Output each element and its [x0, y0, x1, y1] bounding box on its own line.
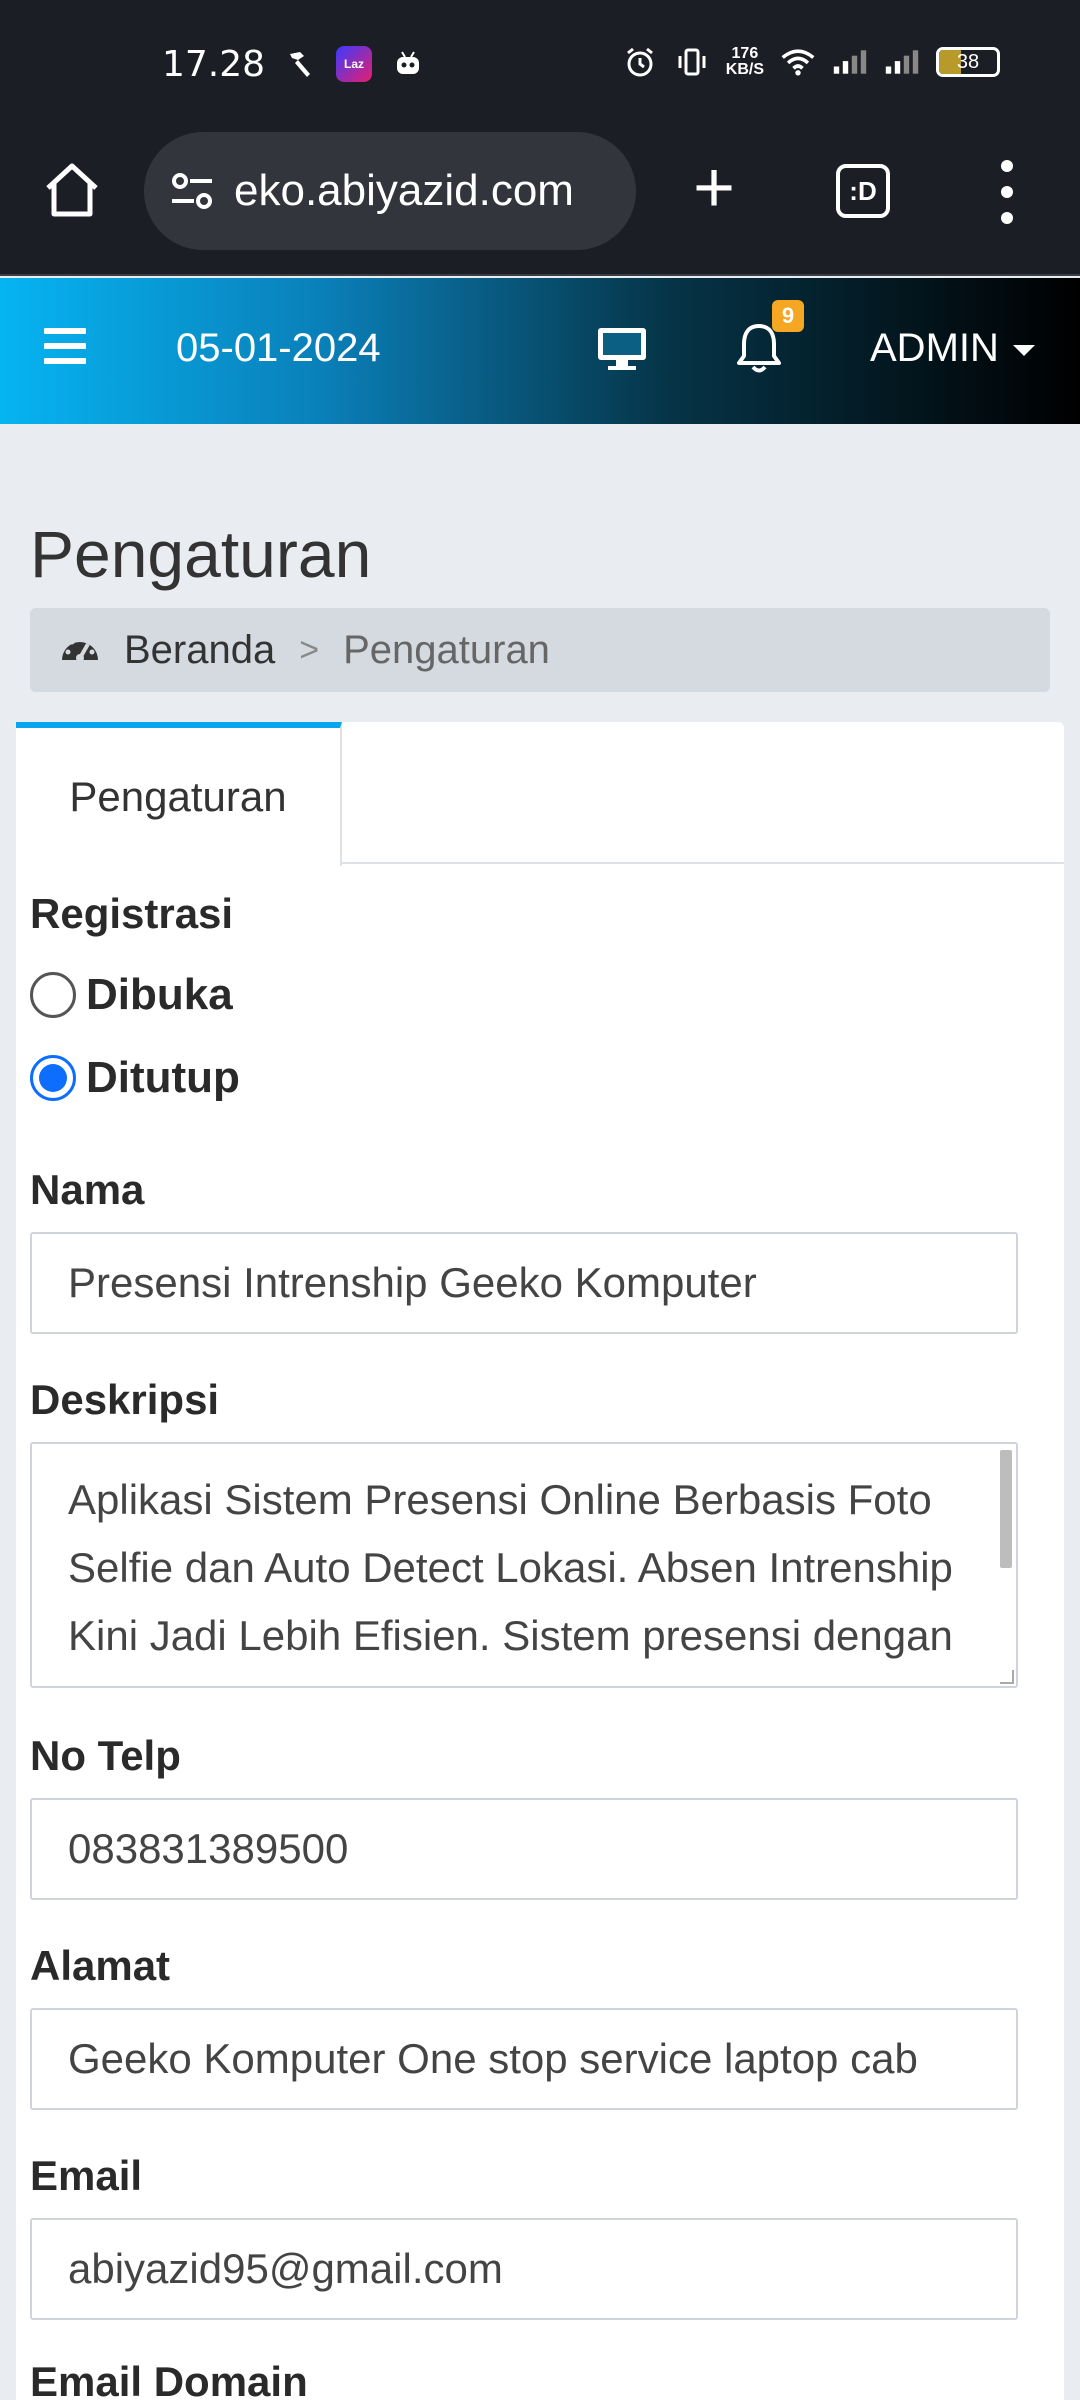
monitor-icon[interactable]: [596, 326, 648, 372]
battery-icon: 38: [936, 47, 1000, 77]
user-menu[interactable]: ADMIN: [870, 326, 1035, 371]
wifi-icon: [780, 44, 816, 80]
radio-dibuka-label[interactable]: Dibuka: [86, 970, 233, 1020]
header-date: 05-01-2024: [176, 326, 381, 370]
breadcrumb-separator: >: [299, 630, 320, 669]
textarea-resize-handle[interactable]: [1000, 1670, 1014, 1684]
textarea-scrollbar[interactable]: [1000, 1450, 1012, 1568]
radio-ditutup-label[interactable]: Ditutup: [86, 1053, 240, 1103]
breadcrumb-home-link[interactable]: Beranda: [124, 628, 275, 673]
radio-ditutup[interactable]: Ditutup: [30, 1053, 240, 1103]
more-options-icon[interactable]: [990, 160, 1024, 224]
page-title: Pengaturan: [30, 517, 372, 591]
no-telp-input[interactable]: 083831389500: [30, 1798, 1018, 1900]
alamat-label: Alamat: [30, 1942, 171, 1989]
deskripsi-textarea[interactable]: Aplikasi Sistem Presensi Online Berbasis…: [30, 1442, 1018, 1688]
breadcrumb-current: Pengaturan: [343, 627, 550, 672]
radio-dibuka[interactable]: Dibuka: [30, 970, 233, 1020]
nama-input[interactable]: Presensi Intrenship Geeko Komputer: [30, 1232, 1018, 1334]
deskripsi-label: Deskripsi: [30, 1376, 220, 1423]
status-bar: 17.28 Laz 176 KB/S 38: [0, 0, 1080, 128]
radio-dibuka-button[interactable]: [30, 972, 76, 1018]
browser-toolbar: eko.abiyazid.com + :D: [0, 128, 1080, 276]
robot-app-icon: [390, 46, 426, 82]
user-menu-label[interactable]: ADMIN: [870, 326, 999, 371]
menu-toggle-icon[interactable]: [44, 328, 86, 364]
chevron-down-icon: [1012, 345, 1035, 356]
notification-badge: 9: [772, 300, 804, 332]
radio-ditutup-button[interactable]: [30, 1055, 76, 1101]
vibrate-icon: [674, 44, 710, 80]
tab-switcher-button[interactable]: :D: [836, 164, 890, 218]
address-bar[interactable]: eko.abiyazid.com: [144, 132, 636, 250]
home-icon[interactable]: [40, 158, 104, 222]
signal-icon: [884, 44, 920, 80]
email-input[interactable]: abiyazid95@gmail.com: [30, 2218, 1018, 2320]
no-telp-label: No Telp: [30, 1732, 181, 1779]
breadcrumb: Beranda > Pengaturan: [30, 608, 1050, 692]
status-time: 17.28: [162, 44, 266, 85]
hammer-icon: [282, 46, 318, 82]
nama-label: Nama: [30, 1166, 145, 1213]
alamat-input[interactable]: Geeko Komputer One stop service laptop c…: [30, 2008, 1018, 2110]
tab-pengaturan[interactable]: Pengaturan: [16, 722, 342, 866]
network-speed: 176 KB/S: [725, 45, 764, 78]
app-header: 05-01-2024 9 ADMIN: [0, 278, 1080, 424]
lazada-app-icon: Laz: [336, 46, 372, 82]
new-tab-icon[interactable]: +: [686, 152, 742, 224]
registrasi-label: Registrasi: [30, 890, 234, 937]
tab-bar: Pengaturan: [16, 722, 1064, 866]
url-text[interactable]: eko.abiyazid.com: [234, 166, 574, 216]
alarm-icon: [622, 44, 658, 80]
signal-icon: [832, 44, 868, 80]
site-settings-icon[interactable]: [168, 167, 216, 215]
email-domain-label: Email Domain: [30, 2358, 308, 2400]
dashboard-icon: [58, 628, 102, 672]
deskripsi-text: Aplikasi Sistem Presensi Online Berbasis…: [68, 1476, 953, 1686]
email-label: Email: [30, 2152, 143, 2199]
